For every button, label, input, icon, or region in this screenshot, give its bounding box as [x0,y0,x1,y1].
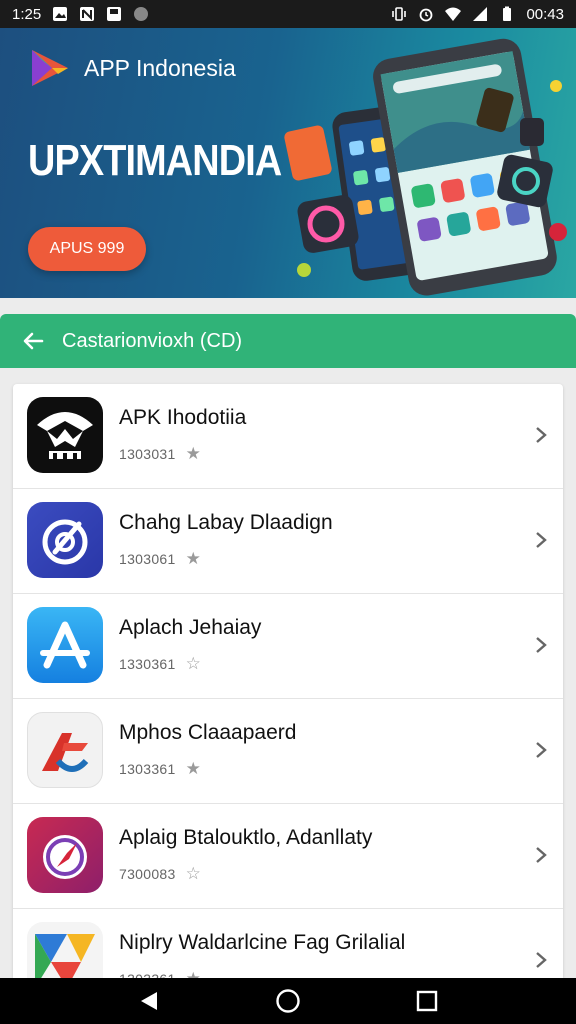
status-time-right: 00:43 [526,5,564,23]
app-name: Chahg Labay Dlaadign [119,511,333,534]
category-header: Castarionvioxh (CD) [0,314,576,368]
list-item[interactable]: Aplach Jehaiay 1330361 ☆ [13,594,563,699]
home-icon[interactable] [275,988,301,1014]
list-item[interactable]: Mphos Claaapaerd 1303361 ★ [13,699,563,804]
save-icon [107,7,122,21]
app-name: Aplaig Btalouktlo, Adanllaty [119,826,373,849]
navigation-bar [0,978,576,1024]
chevron-right-icon[interactable] [533,739,549,761]
alarm-icon [420,8,433,22]
nfc-icon [80,7,95,21]
play-logo-icon [32,50,68,86]
promo-banner[interactable]: APP Indonesia UPXTIMANDIA APUS 999 [0,28,576,298]
letter-a-logo-icon [27,607,103,683]
app-download-count: 7300083 [119,866,176,882]
banner-headline: UPXTIMANDIA [28,136,282,185]
app-download-count: 1330361 [119,656,176,672]
image-icon [53,7,68,21]
compass-pink-logo-icon [27,817,103,893]
vibrate-icon [392,7,407,21]
category-title: Castarionvioxh (CD) [62,329,243,352]
list-item[interactable]: APK Ihodotiia 1303031 ★ [13,384,563,489]
star-icon: ★ [185,444,201,463]
wifi-icon [445,7,462,21]
star-icon: ☆ [185,864,201,883]
app-name: Aplach Jehaiay [119,616,262,639]
dot-icon [134,7,149,21]
star-icon: ★ [185,759,201,778]
app-list: APK Ihodotiia 1303031 ★ Chahg Labay Dlaad… [13,384,563,978]
app-download-count: 1303031 [119,446,176,462]
list-item[interactable]: Chahg Labay Dlaadign 1303061 ★ [13,489,563,594]
chevron-right-icon[interactable] [533,634,549,656]
app-download-count: 1303361 [119,761,176,777]
chevron-right-icon[interactable] [533,949,549,971]
star-icon: ☆ [185,654,201,673]
compass-logo-icon [27,502,103,578]
app-download-count: 1303361 [119,971,176,978]
star-icon: ★ [185,549,201,568]
recents-icon[interactable] [415,989,439,1013]
signal-icon [473,7,488,21]
brand: APP Indonesia [28,46,236,90]
banner-cta-button[interactable]: APUS 999 [28,227,146,271]
back-arrow-icon[interactable] [22,330,44,352]
status-time-left: 1:25 [12,5,42,23]
letter-a-red-logo-icon [27,712,103,788]
back-icon[interactable] [137,989,161,1013]
brand-name: APP Indonesia [84,54,236,81]
list-item[interactable]: Niplry Waldarlcine Fag Grilalial 1303361… [13,909,563,978]
phones-illustration [284,38,567,296]
stylized-logo-icon [27,397,103,473]
status-bar: 1:25 00:43 [0,0,576,28]
app-name: Niplry Waldarlcine Fag Grilalial [119,931,406,954]
chevron-right-icon[interactable] [533,844,549,866]
chevron-right-icon[interactable] [533,529,549,551]
list-item[interactable]: Aplaig Btalouktlo, Adanllaty 7300083 ☆ [13,804,563,909]
colorful-logo-icon [27,922,103,978]
app-name: APK Ihodotiia [119,406,247,429]
app-name: Mphos Claaapaerd [119,721,297,744]
app-download-count: 1303061 [119,551,176,567]
battery-icon [503,6,512,21]
chevron-right-icon[interactable] [533,424,549,446]
star-icon: ★ [186,969,201,978]
